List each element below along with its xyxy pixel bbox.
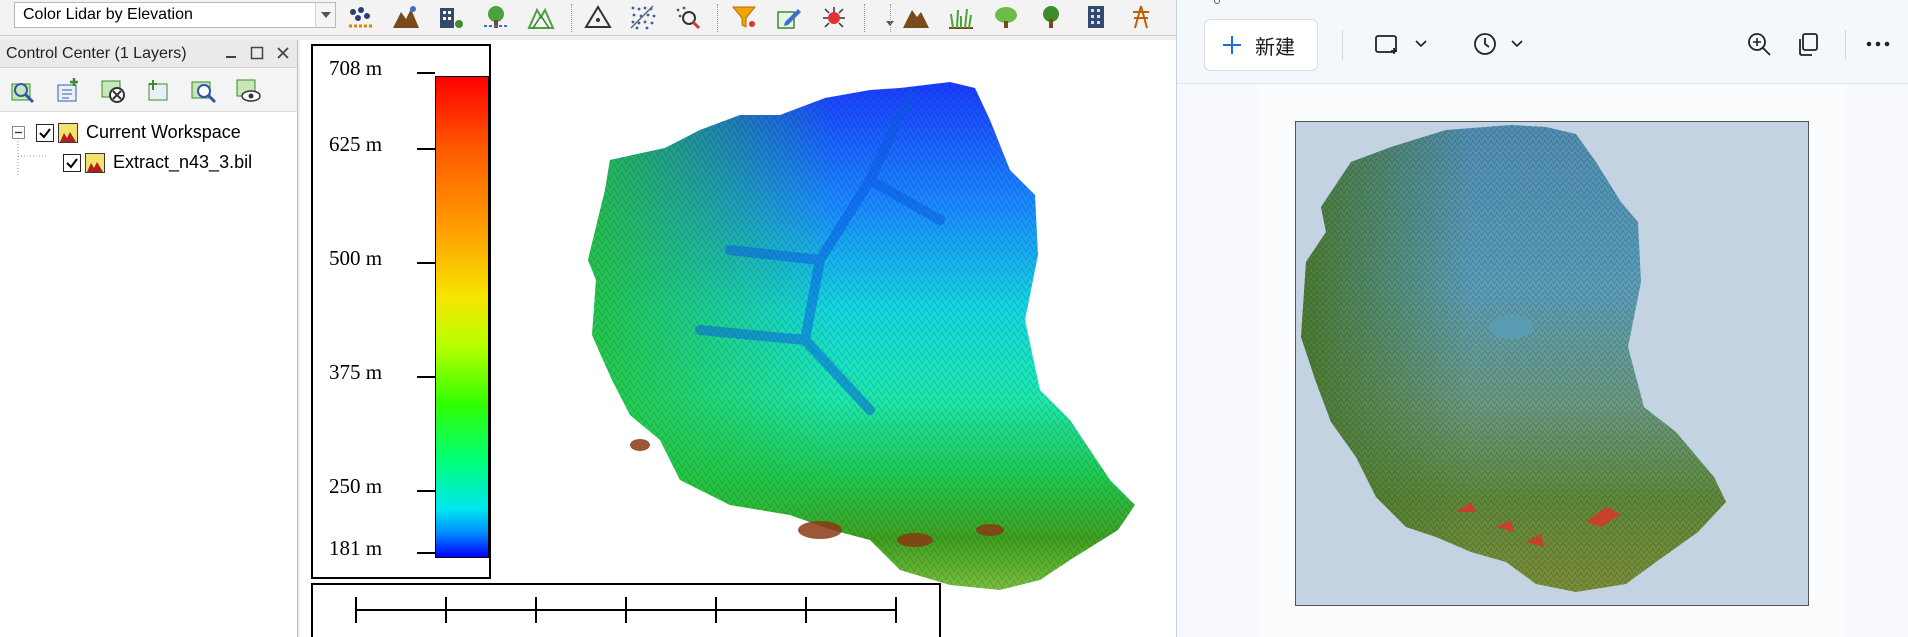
layer-properties-icon[interactable] bbox=[141, 74, 175, 106]
point-cloud-icon[interactable] bbox=[626, 1, 660, 33]
scale-tick bbox=[895, 597, 897, 623]
toolbar-separator bbox=[571, 4, 573, 32]
building-icon[interactable] bbox=[1079, 1, 1113, 33]
triangle-icon[interactable] bbox=[581, 1, 615, 33]
control-center-title: Control Center (1 Layers) bbox=[6, 44, 187, 62]
zoom-in-button[interactable] bbox=[1742, 26, 1776, 62]
legend-tick bbox=[417, 262, 435, 264]
mountain-icon[interactable] bbox=[899, 1, 933, 33]
legend-tick bbox=[417, 376, 435, 378]
add-layer-icon[interactable] bbox=[51, 74, 85, 106]
legend-tick bbox=[417, 552, 435, 554]
workspace-icon bbox=[58, 122, 78, 143]
terrain-icon[interactable] bbox=[389, 1, 423, 33]
zoom-to-layer-icon[interactable] bbox=[6, 74, 40, 106]
raster-layer-icon bbox=[85, 152, 105, 173]
control-center-toolbar bbox=[0, 68, 297, 112]
legend-label: 500 m bbox=[329, 246, 383, 270]
display-style-select[interactable]: Color Lidar by Elevation bbox=[14, 2, 336, 28]
more-button[interactable] bbox=[1861, 26, 1895, 62]
new-button[interactable]: 新建 bbox=[1204, 19, 1318, 71]
viewer-toolbar: 新建 bbox=[1177, 0, 1908, 84]
photo-viewer-window: 新建 bbox=[1176, 0, 1908, 637]
map-view[interactable]: 708 m 625 m 500 m 375 m 250 m 181 m bbox=[300, 40, 1176, 637]
grass-icon[interactable] bbox=[944, 1, 978, 33]
scale-bar bbox=[311, 583, 941, 637]
plus-icon bbox=[1221, 34, 1243, 56]
tree-item-label: Extract_n43_3.bil bbox=[113, 152, 253, 172]
legend-tick bbox=[417, 72, 435, 74]
elevation-raster bbox=[588, 82, 1135, 590]
zoom-in-icon bbox=[1746, 31, 1772, 57]
workspace-checkbox[interactable] bbox=[36, 123, 54, 142]
remove-layer-icon[interactable] bbox=[96, 74, 130, 106]
scale-tick bbox=[625, 597, 627, 623]
close-icon[interactable] bbox=[274, 44, 292, 62]
tree-cell-icon[interactable] bbox=[479, 1, 513, 33]
copy-button[interactable] bbox=[1791, 26, 1825, 62]
tree-item-label: Current Workspace bbox=[86, 122, 241, 142]
hillshade-terrain bbox=[1301, 125, 1726, 592]
tree-item-workspace[interactable]: Current Workspace bbox=[36, 122, 241, 143]
chevron-down-icon bbox=[1414, 39, 1428, 49]
mountain-triangle-icon[interactable] bbox=[524, 1, 558, 33]
edit-points-icon[interactable] bbox=[772, 1, 806, 33]
legend-tick bbox=[417, 148, 435, 150]
dropdown-arrow-icon[interactable] bbox=[315, 3, 335, 27]
find-layer-icon[interactable] bbox=[186, 74, 220, 106]
tree-icon[interactable] bbox=[1034, 1, 1068, 33]
toolbar-separator bbox=[1845, 30, 1846, 60]
toolbar-separator bbox=[890, 4, 892, 32]
legend-label: 375 m bbox=[329, 360, 383, 384]
history-button[interactable] bbox=[1463, 26, 1533, 62]
bug-points-icon[interactable] bbox=[817, 1, 851, 33]
legend-label: 625 m bbox=[329, 132, 383, 156]
point-search-icon[interactable] bbox=[671, 1, 705, 33]
main-toolbar: Color Lidar by Elevation bbox=[0, 0, 1176, 36]
tree-collapse-toggle[interactable] bbox=[12, 126, 25, 139]
gis-application: Color Lidar by Elevation Control Center … bbox=[0, 0, 1176, 637]
building-grid-icon[interactable] bbox=[434, 1, 468, 33]
scale-tick bbox=[355, 597, 357, 623]
copy-icon bbox=[1796, 31, 1820, 57]
lidar-points-icon[interactable] bbox=[344, 1, 378, 33]
legend-color-ramp bbox=[435, 76, 489, 558]
crop-icon bbox=[1374, 32, 1402, 56]
tree-round-icon[interactable] bbox=[989, 1, 1023, 33]
elevation-legend: 708 m 625 m 500 m 375 m 250 m 181 m bbox=[311, 44, 491, 579]
legend-label: 708 m bbox=[329, 56, 383, 80]
toolbar-separator bbox=[864, 4, 866, 32]
control-center-titlebar: Control Center (1 Layers) bbox=[0, 40, 297, 68]
new-button-label: 新建 bbox=[1255, 36, 1295, 59]
legend-tick bbox=[417, 490, 435, 492]
chevron-down-icon bbox=[1510, 39, 1524, 49]
tree-item-layer[interactable]: Extract_n43_3.bil bbox=[63, 152, 252, 173]
toolbar-separator bbox=[1342, 30, 1343, 60]
power-line-icon[interactable] bbox=[1124, 1, 1158, 33]
toolbar-separator bbox=[717, 4, 719, 32]
scale-tick bbox=[535, 597, 537, 623]
legend-label: 250 m bbox=[329, 474, 383, 498]
maximize-icon[interactable] bbox=[248, 44, 266, 62]
scale-tick bbox=[715, 597, 717, 623]
history-icon bbox=[1472, 31, 1498, 57]
view-layer-icon[interactable] bbox=[231, 74, 265, 106]
hillshade-image[interactable] bbox=[1295, 121, 1809, 606]
crop-button[interactable] bbox=[1366, 26, 1436, 62]
control-center-panel: Control Center (1 Layers) Current Worksp… bbox=[0, 40, 298, 637]
minimize-icon[interactable] bbox=[222, 44, 240, 62]
layer-checkbox[interactable] bbox=[63, 153, 81, 172]
filter-icon[interactable] bbox=[727, 1, 761, 33]
drag-handle-icon bbox=[1214, 0, 1220, 4]
display-style-value: Color Lidar by Elevation bbox=[23, 6, 193, 23]
scale-tick bbox=[445, 597, 447, 623]
legend-label: 181 m bbox=[329, 536, 383, 560]
scale-tick bbox=[805, 597, 807, 623]
more-icon bbox=[1865, 40, 1891, 48]
